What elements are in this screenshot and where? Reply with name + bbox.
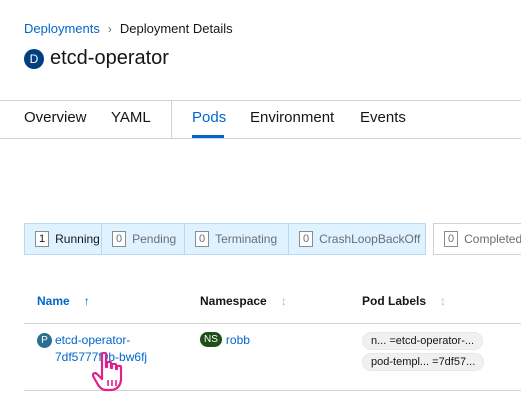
tabs-divider [171,100,172,138]
table-cell-namespace: NS robb [200,332,250,347]
namespace-badge: NS [200,332,222,347]
filter-terminating-label: Terminating [215,232,278,246]
tabs-top-border [0,100,521,101]
hand-pointer-cursor-icon [92,352,123,392]
column-header-pod-labels-label: Pod Labels [362,294,427,308]
filter-completed[interactable]: 0 Completed [433,223,521,255]
tabs-bottom-border [0,138,521,139]
breadcrumb-link-deployments[interactable]: Deployments [24,21,100,36]
filter-running[interactable]: 1 Running [24,223,102,255]
chevron-right-icon: › [107,21,112,36]
column-header-name[interactable]: Name ↑ [37,294,90,308]
tab-yaml[interactable]: YAML [111,109,151,126]
page-title: etcd-operator [50,47,169,69]
column-header-namespace-label: Namespace [200,294,267,308]
breadcrumb-current: Deployment Details [119,21,233,36]
pod-label-chip[interactable]: n... =etcd-operator-... [362,332,484,350]
column-header-name-label: Name [37,294,70,308]
status-filter-bar: 1 Running 0 Pending 0 Terminating 0 Cras… [24,223,521,255]
filter-crashloopbackoff-label: CrashLoopBackOff [319,232,421,246]
page-header: D etcd-operator [24,47,169,70]
pod-badge: P [37,333,52,348]
filter-pending-count: 0 [112,231,127,247]
filter-crashloopbackoff-count: 0 [299,231,314,247]
filter-pending[interactable]: 0 Pending [101,223,185,255]
filter-terminating-count: 0 [195,231,210,247]
table-row-border [24,323,521,324]
filter-completed-label: Completed [464,232,521,246]
tab-overview[interactable]: Overview [24,109,87,126]
sort-icon: ↕ [440,294,447,308]
filter-running-count: 1 [35,231,50,247]
filter-running-label: Running [55,232,100,246]
sort-ascending-icon: ↑ [83,294,90,308]
deployment-badge: D [24,48,44,69]
sort-icon: ↕ [280,294,287,308]
filter-completed-count: 0 [444,231,459,247]
column-header-namespace[interactable]: Namespace ↕ [200,294,287,308]
pod-label-chip[interactable]: pod-templ... =7df57... [362,353,485,371]
tab-pods[interactable]: Pods [192,109,226,126]
breadcrumb: Deployments › Deployment Details [24,21,233,36]
tab-environment[interactable]: Environment [250,109,334,126]
filter-crashloopbackoff[interactable]: 0 CrashLoopBackOff [288,223,426,255]
filter-terminating[interactable]: 0 Terminating [184,223,289,255]
tab-events[interactable]: Events [360,109,406,126]
column-header-pod-labels[interactable]: Pod Labels ↕ [362,294,446,308]
namespace-link[interactable]: robb [226,333,250,347]
filter-pending-label: Pending [132,232,177,246]
